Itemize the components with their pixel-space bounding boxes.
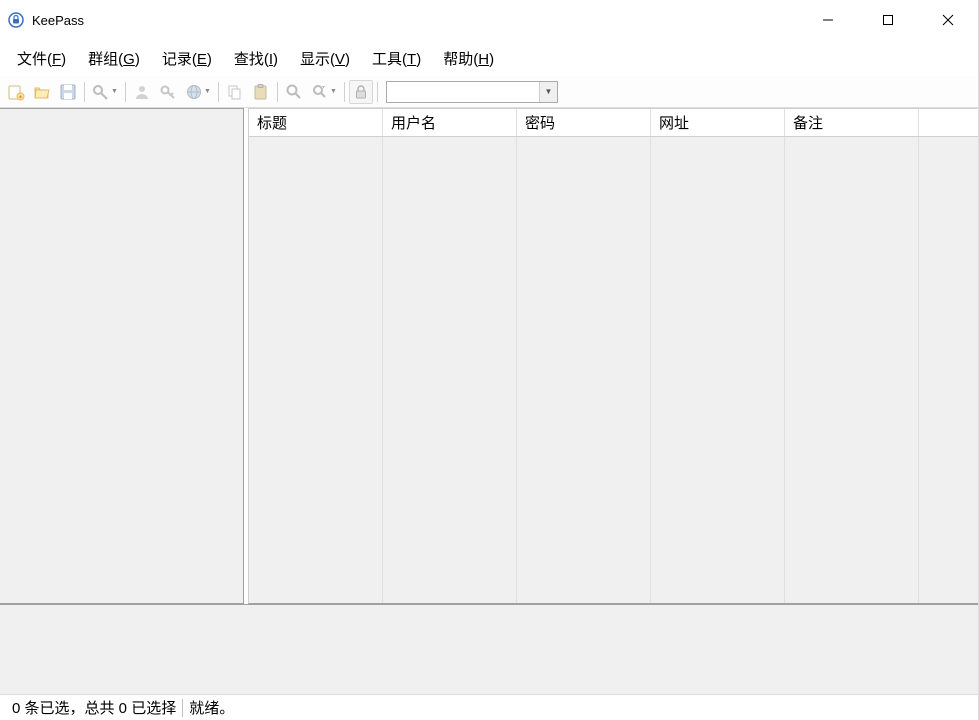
menu-tools[interactable]: 工具(T) (361, 42, 432, 75)
combo-arrow-icon: ▼ (539, 82, 557, 102)
group-tree[interactable] (0, 108, 244, 604)
toolbar-separator (277, 82, 278, 102)
column-title[interactable]: 标题 (249, 109, 383, 136)
open-url-button[interactable]: ▼ (182, 80, 214, 104)
maximize-button[interactable] (858, 0, 918, 40)
column-url[interactable]: 网址 (651, 109, 785, 136)
menu-entry[interactable]: 记录(E) (151, 42, 223, 75)
menubar: 文件(F) 群组(G) 记录(E) 查找(I) 显示(V) 工具(T) 帮助(H… (0, 40, 978, 76)
content-area: 标题 用户名 密码 网址 备注 (0, 108, 978, 604)
status-selection: 0 条已选，总共 0 已选择 (6, 697, 182, 718)
column-password[interactable]: 密码 (517, 109, 651, 136)
toolbar: ✶ ▼ (0, 76, 978, 108)
entry-table-body[interactable] (248, 137, 978, 604)
add-entry-button[interactable]: ▼ (89, 80, 121, 104)
toolbar-separator (125, 82, 126, 102)
menu-find[interactable]: 查找(I) (223, 42, 289, 75)
menu-group[interactable]: 群组(G) (77, 42, 151, 75)
find-button[interactable] (282, 80, 306, 104)
show-entries-button[interactable]: ▼ (308, 80, 340, 104)
entry-list-pane: 标题 用户名 密码 网址 备注 (248, 108, 978, 604)
app-window: KeePass 文件(F) 群组(G) 记录(E) 查找(I) 显示(V) 工具… (0, 0, 979, 720)
new-db-button[interactable]: ✶ (4, 80, 28, 104)
copy-password-button[interactable] (156, 80, 180, 104)
dropdown-arrow-icon: ▼ (330, 88, 337, 95)
column-username[interactable]: 用户名 (383, 109, 517, 136)
app-icon (8, 12, 24, 28)
minimize-button[interactable] (798, 0, 858, 40)
window-title: KeePass (32, 13, 84, 28)
menu-view[interactable]: 显示(V) (289, 42, 361, 75)
paste-entry-button[interactable] (249, 80, 273, 104)
status-ready: 就绪。 (183, 697, 240, 718)
column-spacer (919, 109, 978, 136)
lock-workspace-button[interactable] (349, 80, 373, 104)
toolbar-separator (218, 82, 219, 102)
column-notes[interactable]: 备注 (785, 109, 919, 136)
toolbar-separator (377, 82, 378, 102)
toolbar-separator (344, 82, 345, 102)
close-button[interactable] (918, 0, 978, 40)
copy-entry-button[interactable] (223, 80, 247, 104)
dropdown-arrow-icon: ▼ (111, 88, 118, 95)
menu-file[interactable]: 文件(F) (6, 42, 77, 75)
svg-text:✶: ✶ (18, 94, 23, 101)
menu-help[interactable]: 帮助(H) (432, 42, 505, 75)
open-db-button[interactable] (30, 80, 54, 104)
entry-detail-panel (0, 604, 978, 694)
entry-table-header: 标题 用户名 密码 网址 备注 (248, 108, 978, 137)
copy-user-button[interactable] (130, 80, 154, 104)
dropdown-arrow-icon: ▼ (204, 88, 211, 95)
quick-search-combo[interactable]: ▼ (386, 81, 558, 103)
save-db-button[interactable] (56, 80, 80, 104)
statusbar: 0 条已选，总共 0 已选择 就绪。 (0, 694, 978, 720)
titlebar: KeePass (0, 0, 978, 40)
toolbar-separator (84, 82, 85, 102)
window-controls (798, 0, 978, 40)
